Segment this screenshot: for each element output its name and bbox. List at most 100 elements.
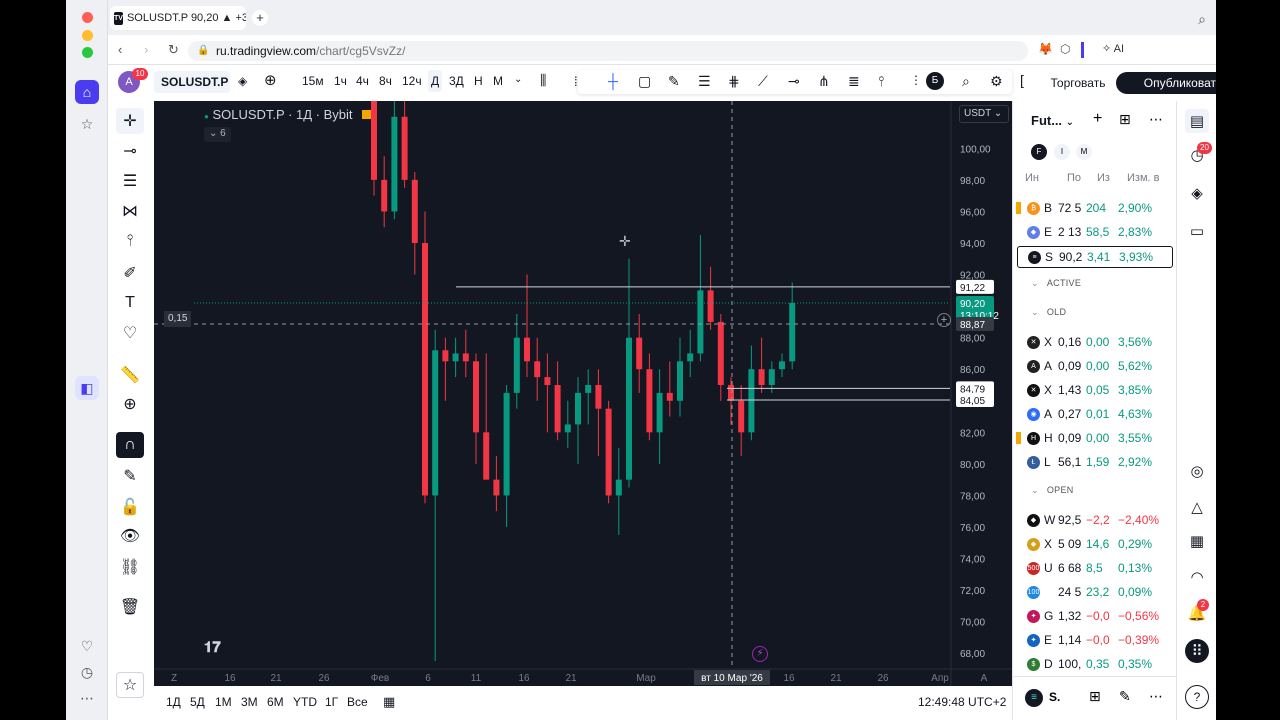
candles-type-icon[interactable]: ⫼ <box>540 72 546 89</box>
brush-icon[interactable]: ✎ <box>668 73 680 90</box>
col-change[interactable]: Из <box>1097 172 1110 184</box>
trendline-icon[interactable]: ⟋ <box>758 73 768 90</box>
filter-m[interactable]: M <box>1076 144 1092 160</box>
watchlist-section-header[interactable]: ⌄ ACTIVE <box>1031 278 1081 289</box>
parallel-channel-icon[interactable]: ⋕ <box>728 73 740 90</box>
trash-icon[interactable]: 🗑 <box>116 594 144 620</box>
more-tools-icon[interactable]: ⋮ <box>910 73 922 87</box>
range-3m[interactable]: 3М <box>241 695 258 709</box>
ruler-icon[interactable]: 📏 <box>116 362 144 388</box>
browser-tab[interactable]: TV SOLUSDT.P 90,20 ▲ +3 <box>110 6 246 30</box>
footer-symbol[interactable]: S. <box>1049 690 1060 704</box>
ray-icon[interactable]: ⊸ <box>788 73 800 90</box>
col-change-pct[interactable]: Изм. в <box>1127 172 1159 184</box>
range-5d[interactable]: 5Д <box>190 695 205 709</box>
link-icon[interactable]: ⛓ <box>116 554 144 580</box>
watchlist-section-header[interactable]: ⌄ OLD <box>1031 307 1066 318</box>
chart-legend[interactable]: ● SOLUSDT.P · 1Д · Bybit <box>204 107 372 122</box>
watchlist-row[interactable]: ◆ X 5 09 14,6 0,29% <box>1017 534 1173 554</box>
unlock-icon[interactable]: 🔓 <box>116 494 144 520</box>
interval-15m[interactable]: 15м <box>302 74 324 88</box>
watchlist-title[interactable]: Fut... ⌄ <box>1031 113 1074 128</box>
extension-fox-icon[interactable]: 🦊 <box>1038 42 1053 56</box>
watchlist-row[interactable]: H H 0,09 0,00 3,55% <box>1016 428 1173 448</box>
fib-icon[interactable]: ☰ <box>698 73 711 90</box>
watchlist-row[interactable]: ◆ E 2 13 58,5 2,83% <box>1017 222 1173 242</box>
range-1y[interactable]: 1Г <box>325 695 338 709</box>
watchlist-row[interactable]: 100 24 5 23,2 0,09% <box>1017 582 1173 602</box>
range-ytd[interactable]: YTD <box>293 695 317 709</box>
watchlist-row[interactable]: ✕ X 0,16 0,00 3,56% <box>1017 332 1173 352</box>
filter-i[interactable]: I <box>1054 144 1070 160</box>
layers-icon[interactable]: ◈ <box>1185 181 1209 205</box>
new-tab-button[interactable]: + <box>252 10 268 26</box>
levels-icon[interactable]: ≣ <box>848 73 860 90</box>
watchlist-row[interactable]: Ł L 56,1 1,59 2,92% <box>1017 452 1173 472</box>
pitchfork-icon[interactable]: ⋔ <box>818 73 830 90</box>
minimize-window-dot[interactable] <box>82 30 93 41</box>
watchlist-more-icon[interactable]: ⋯ <box>1149 111 1163 128</box>
forward-icon[interactable]: › <box>144 42 148 57</box>
bracket-icon[interactable]: [ <box>1020 72 1024 88</box>
channel-tool-icon[interactable]: ☰ <box>116 168 144 194</box>
range-1d[interactable]: 1Д <box>166 695 181 709</box>
watchlist-icon[interactable]: ▤ <box>1185 109 1209 133</box>
range-1m[interactable]: 1М <box>215 695 232 709</box>
star-icon[interactable]: ☆ <box>75 112 99 136</box>
range-6m[interactable]: 6М <box>267 695 284 709</box>
more-icon[interactable]: ⋯ <box>75 686 99 710</box>
crosshair-icon[interactable]: ┼ <box>608 73 618 89</box>
watchlist-row[interactable]: ✦ G 1,32 −0,0 −0,56% <box>1017 606 1173 626</box>
add-alert-plus-icon[interactable]: + <box>937 313 951 327</box>
chart-canvas[interactable]: 68,00 70,00 72,00 74,00 76,00 78,00 80,00 82,00… <box>154 101 1012 686</box>
grip-icon[interactable]: ⁞ <box>574 74 578 89</box>
interval-8h[interactable]: 8ч <box>379 74 392 88</box>
col-last[interactable]: По <box>1067 172 1081 184</box>
interval-1d[interactable]: Д <box>428 70 443 92</box>
zoom-search-icon[interactable]: ⌕ <box>962 73 970 90</box>
rectangle-icon[interactable]: ▢ <box>638 73 651 90</box>
back-icon[interactable]: ‹ <box>118 42 122 57</box>
watchlist-row[interactable]: ₿ B 72 5 204 2,90% <box>1016 198 1173 218</box>
watchlist-row[interactable]: ≡ S 90,2 3,41 3,93% <box>1017 246 1173 268</box>
edit-icon[interactable]: ✎ <box>1119 688 1131 705</box>
range-all[interactable]: Все <box>347 695 368 709</box>
watchlist-row[interactable]: A A 0,09 0,00 5,62% <box>1017 356 1173 376</box>
eye-icon[interactable]: 👁 <box>116 523 144 549</box>
badge-b[interactable]: Б <box>926 72 944 90</box>
chevron-down-icon[interactable]: ⌄ <box>514 74 522 85</box>
zoom-in-icon[interactable]: ⊕ <box>116 391 144 417</box>
watchlist-row[interactable]: $ D 100, 0,35 0,35% <box>1017 654 1173 674</box>
watchlist-section-header[interactable]: ⌄ OPEN <box>1031 485 1074 496</box>
history-icon[interactable]: ◷ <box>75 660 99 684</box>
star-favorites-icon[interactable]: ☆ <box>116 672 144 698</box>
maximize-window-dot[interactable] <box>82 47 93 58</box>
gear-icon[interactable]: ⚙ <box>990 73 1003 90</box>
heart-icon[interactable]: ♡ <box>75 634 99 658</box>
magnet-icon[interactable]: ∩ <box>116 432 144 458</box>
lightning-icon[interactable]: ⚡ <box>752 646 768 662</box>
footer-more-icon[interactable]: ⋯ <box>1149 688 1163 705</box>
diamond-icon[interactable]: ◈ <box>238 74 247 88</box>
calendar-icon[interactable]: ▦ <box>383 694 395 710</box>
watchlist-grid-icon[interactable]: ⊞ <box>1119 111 1131 128</box>
watchlist-row[interactable]: ✦ E 1,14 −0,0 −0,39% <box>1017 630 1173 650</box>
favorites-heart-icon[interactable]: ♡ <box>116 320 144 346</box>
target-icon[interactable]: ◎ <box>1185 459 1209 483</box>
crosshair-tool-icon[interactable]: ✛ <box>116 108 144 134</box>
pattern-tool-icon[interactable]: ⋈ <box>116 198 144 224</box>
layout-grid-icon[interactable]: ⊞ <box>1089 688 1101 705</box>
trade-button[interactable]: Торговать <box>1032 72 1124 94</box>
cube-icon[interactable]: ⬡ <box>1060 42 1070 56</box>
long-position-icon[interactable]: ⫯ <box>878 73 884 90</box>
url-field[interactable]: 🔒 ru.tradingview.com/chart/cg5VsvZz/ <box>188 41 1028 61</box>
chat-icon[interactable]: ▭ <box>1185 219 1209 243</box>
interval-12h[interactable]: 12ч <box>402 74 422 88</box>
symbol-search-button[interactable]: SOLUSDT.P <box>154 71 230 93</box>
filter-f[interactable]: F <box>1031 144 1047 160</box>
indicators-toggle[interactable]: ⌄ 6 <box>204 127 231 142</box>
add-symbol-icon[interactable]: + <box>1093 110 1102 128</box>
extension-icon[interactable]: ◧ <box>75 376 99 400</box>
projection-tool-icon[interactable]: ⫯ <box>116 228 144 254</box>
interval-3d[interactable]: 3Д <box>449 74 464 88</box>
